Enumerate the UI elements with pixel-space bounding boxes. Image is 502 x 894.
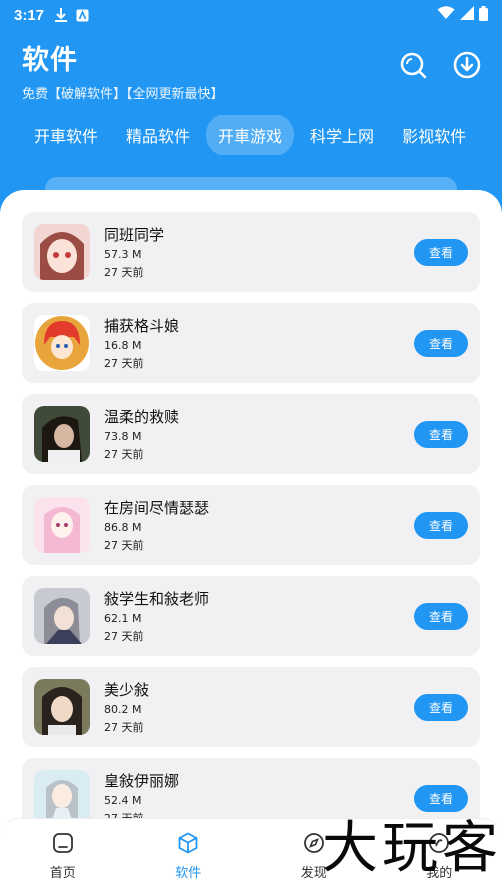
- watermark-logo: 大玩客: [322, 816, 502, 881]
- header-actions: [398, 50, 482, 80]
- wifi-icon: [437, 6, 455, 24]
- list-item[interactable]: 温柔的救赎 73.8 M 27 天前 查看: [22, 394, 480, 474]
- tab-3[interactable]: 科学上网: [298, 115, 386, 155]
- nav-software[interactable]: 软件: [138, 832, 238, 881]
- view-button[interactable]: 查看: [414, 420, 468, 448]
- app-time: 27 天前: [104, 539, 144, 552]
- app-size: 16.8 M: [104, 339, 142, 352]
- download-icon: [453, 51, 481, 79]
- app-thumbnail: [34, 588, 90, 644]
- content-sheet: 同班同学 57.3 M 27 天前 查看 捕获格斗娘 16.8 M 27 天前 …: [0, 190, 502, 894]
- tab-2-active[interactable]: 开車游戏: [206, 115, 295, 155]
- tab-4[interactable]: 影视软件: [390, 115, 478, 155]
- software-list: 同班同学 57.3 M 27 天前 查看 捕获格斗娘 16.8 M 27 天前 …: [0, 190, 502, 838]
- app-time: 27 天前: [104, 448, 144, 461]
- search-icon: [400, 52, 427, 79]
- status-time: 3:17: [14, 6, 45, 24]
- app-name: 捕获格斗娘: [104, 317, 180, 335]
- page-header: 软件 免费【破解软件】【全网更新最快】: [22, 38, 224, 102]
- signal-icon: [460, 6, 474, 24]
- app-thumbnail: [34, 497, 90, 553]
- list-item[interactable]: 捕获格斗娘 16.8 M 27 天前 查看: [22, 303, 480, 383]
- app-size: 80.2 M: [104, 703, 142, 716]
- tab-0[interactable]: 开車软件: [22, 115, 110, 155]
- app-thumbnail: [34, 406, 90, 462]
- nav-software-label: 软件: [175, 866, 202, 881]
- app-name: 美少敍: [104, 681, 150, 699]
- view-button[interactable]: 查看: [414, 238, 468, 266]
- app-time: 27 天前: [104, 357, 144, 370]
- search-button[interactable]: [398, 50, 428, 80]
- app-thumbnail: [34, 315, 90, 371]
- tab-1[interactable]: 精品软件: [114, 115, 202, 155]
- view-button[interactable]: 查看: [414, 329, 468, 357]
- app-time: 27 天前: [104, 721, 144, 734]
- status-right-icons: [437, 5, 488, 25]
- list-item[interactable]: 同班同学 57.3 M 27 天前 查看: [22, 212, 480, 292]
- download-notification-icon: [54, 7, 68, 23]
- list-item[interactable]: 美少敍 80.2 M 27 天前 查看: [22, 667, 480, 747]
- battery-icon: [479, 5, 488, 25]
- app-size: 57.3 M: [104, 248, 142, 261]
- app-thumbnail: [34, 224, 90, 280]
- app-name: 同班同学: [104, 226, 165, 244]
- status-bar: 3:17: [0, 0, 502, 30]
- home-icon: [52, 833, 73, 853]
- page-subtitle: 免费【破解软件】【全网更新最快】: [22, 87, 224, 102]
- cube-icon: [178, 832, 198, 854]
- app-notification-icon: [76, 9, 89, 22]
- app-time: 27 天前: [104, 630, 144, 643]
- app-name: 皇敍伊丽娜: [104, 772, 180, 790]
- category-tabs: 开車软件 精品软件 开車游戏 科学上网 影视软件: [22, 115, 502, 155]
- nav-home-label: 首页: [49, 866, 76, 881]
- app-thumbnail: [34, 679, 90, 735]
- app-size: 73.8 M: [104, 430, 142, 443]
- app-time: 27 天前: [104, 266, 144, 279]
- list-item[interactable]: 敍学生和敍老师 62.1 M 27 天前 查看: [22, 576, 480, 656]
- app-name: 温柔的救赎: [104, 408, 180, 426]
- view-button[interactable]: 查看: [414, 693, 468, 721]
- app-size: 62.1 M: [104, 612, 142, 625]
- app-name: 敍学生和敍老师: [104, 590, 210, 608]
- view-button[interactable]: 查看: [414, 511, 468, 539]
- nav-home[interactable]: 首页: [13, 832, 113, 881]
- view-button[interactable]: 查看: [414, 602, 468, 630]
- app-name: 在房间尽情瑟瑟: [104, 499, 210, 517]
- page-title: 软件: [22, 45, 78, 76]
- download-button[interactable]: [452, 50, 482, 80]
- list-item[interactable]: 在房间尽情瑟瑟 86.8 M 27 天前 查看: [22, 485, 480, 565]
- app-size: 86.8 M: [104, 521, 142, 534]
